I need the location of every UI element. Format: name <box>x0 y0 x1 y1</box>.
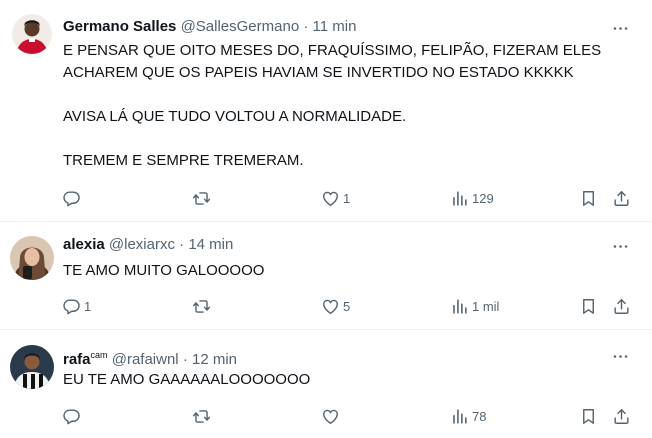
retweet-icon <box>192 189 211 208</box>
like-count: 5 <box>343 298 351 314</box>
views-icon <box>450 297 469 316</box>
bookmark-button[interactable] <box>579 294 598 318</box>
name-superscript: cam <box>90 350 108 360</box>
retweet-button[interactable] <box>192 404 214 428</box>
reply-icon <box>62 297 81 316</box>
reply-button[interactable] <box>62 404 84 428</box>
tweet-header: rafacam @rafaiwnl · 12 min <box>63 345 632 370</box>
reply-button[interactable] <box>62 186 84 210</box>
like-icon <box>321 189 340 208</box>
display-name[interactable]: alexia <box>63 236 105 253</box>
handle[interactable]: @lexiarxc <box>109 236 175 253</box>
handle[interactable]: @SallesGermano <box>181 18 300 35</box>
like-button[interactable] <box>321 404 343 428</box>
view-count: 1 mil <box>472 298 500 314</box>
separator: · <box>179 236 185 253</box>
views-icon <box>450 407 469 426</box>
tweet-header: Germano Salles @SallesGermano · 11 min <box>63 17 632 37</box>
more-icon[interactable] <box>610 346 630 366</box>
retweet-icon <box>192 297 211 316</box>
reply-count: 1 <box>84 298 92 314</box>
like-icon <box>321 407 340 426</box>
tweet-text: EU TE AMO GAAAAAALOOOOOOO <box>63 371 311 388</box>
action-bar: 1 129 <box>54 186 642 210</box>
separator: · <box>182 351 188 368</box>
tweet[interactable]: rafacam @rafaiwnl · 12 min EU TE AMO GAA… <box>0 330 652 438</box>
bookmark-icon <box>579 297 598 316</box>
avatar[interactable] <box>10 236 54 280</box>
views-icon <box>450 189 469 208</box>
bookmark-icon <box>579 407 598 426</box>
share-icon <box>612 297 631 316</box>
separator: · <box>303 18 309 35</box>
reply-icon <box>62 407 81 426</box>
views-button[interactable]: 129 <box>450 186 494 210</box>
timestamp[interactable]: 14 min <box>188 236 233 253</box>
views-button[interactable]: 1 mil <box>450 294 499 318</box>
timestamp[interactable]: 11 min <box>313 18 357 35</box>
display-name[interactable]: rafacam <box>63 350 108 368</box>
reply-icon <box>62 189 81 208</box>
more-icon[interactable] <box>610 236 630 256</box>
like-button[interactable]: 1 <box>321 186 350 210</box>
share-button[interactable] <box>612 186 631 210</box>
handle[interactable]: @rafaiwnl <box>112 351 179 368</box>
bookmark-button[interactable] <box>579 186 598 210</box>
like-count: 1 <box>343 190 351 206</box>
bookmark-button[interactable] <box>579 404 598 428</box>
retweet-button[interactable] <box>192 294 214 318</box>
view-count: 129 <box>472 190 494 206</box>
avatar[interactable] <box>12 14 52 54</box>
more-icon[interactable] <box>610 18 630 38</box>
avatar[interactable] <box>10 345 54 389</box>
action-bar: 1 5 1 mil <box>54 294 642 318</box>
like-button[interactable]: 5 <box>321 294 350 318</box>
share-icon <box>612 407 631 426</box>
display-name[interactable]: Germano Salles <box>63 18 176 35</box>
view-count: 78 <box>472 408 487 424</box>
reply-button[interactable]: 1 <box>62 294 91 318</box>
tweet-text: TE AMO MUITO GALOOOOO <box>63 262 265 279</box>
share-button[interactable] <box>612 404 631 428</box>
timestamp[interactable]: 12 min <box>192 351 237 368</box>
timeline: Germano Salles @SallesGermano · 11 min E… <box>0 0 652 438</box>
tweet-header: alexia @lexiarxc · 14 min <box>63 235 632 255</box>
action-bar: 78 <box>54 404 642 428</box>
share-button[interactable] <box>612 294 631 318</box>
views-button[interactable]: 78 <box>450 404 486 428</box>
tweet-text: E PENSAR QUE OITO MESES DO, FRAQUÍSSIMO,… <box>63 42 602 169</box>
tweet[interactable]: alexia @lexiarxc · 14 min TE AMO MUITO G… <box>0 222 652 330</box>
share-icon <box>612 189 631 208</box>
bookmark-icon <box>579 189 598 208</box>
retweet-button[interactable] <box>192 186 214 210</box>
like-icon <box>321 297 340 316</box>
tweet[interactable]: Germano Salles @SallesGermano · 11 min E… <box>0 0 652 222</box>
retweet-icon <box>192 407 211 426</box>
